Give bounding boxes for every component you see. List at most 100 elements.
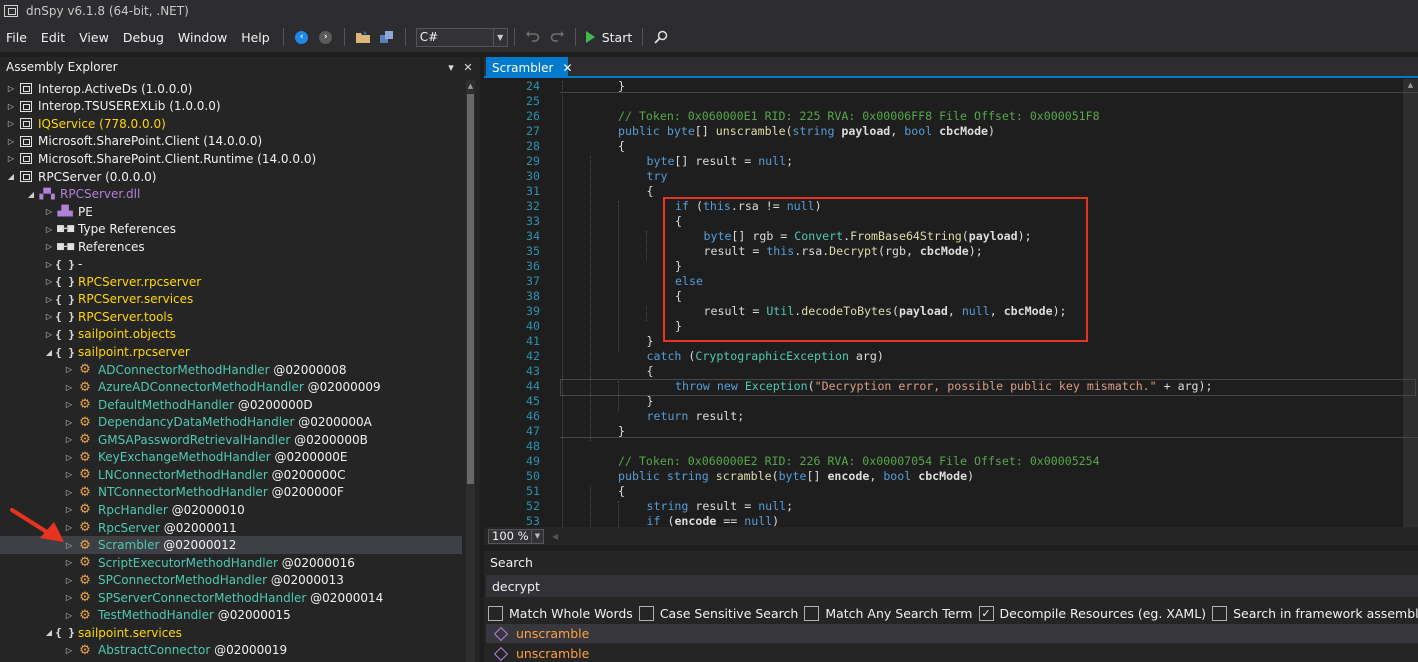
scroll-left-icon[interactable]: ◀ xyxy=(552,532,558,541)
checkbox[interactable]: ✓ xyxy=(978,605,994,621)
tree-item[interactable]: ▷ Interop.ActiveDs (1.0.0.0) xyxy=(0,80,462,98)
checkbox[interactable] xyxy=(1212,605,1228,621)
tree-item[interactable]: ◢{ } sailpoint.services xyxy=(0,624,462,642)
menu-window[interactable]: Window xyxy=(171,30,234,45)
tree-item[interactable]: ▷ ⚙ RpcHandler @02000010 xyxy=(0,501,462,519)
tab-scrambler[interactable]: Scrambler ✕ xyxy=(486,57,573,78)
checkbox[interactable] xyxy=(488,605,503,621)
collapse-icon[interactable]: ◢ xyxy=(44,348,54,357)
tree-item[interactable]: ▷ ⚙ DefaultMethodHandler @0200000D xyxy=(0,396,462,414)
expand-icon[interactable]: ▷ xyxy=(6,137,16,146)
code-scrollbar[interactable]: ▲ xyxy=(1403,79,1418,527)
menu-view[interactable]: View xyxy=(72,30,116,45)
close-icon[interactable]: ✕ xyxy=(460,59,476,75)
search-option[interactable]: Case Sensitive Search xyxy=(638,605,798,621)
navigate-back-button[interactable]: ‹ xyxy=(292,27,312,47)
menu-help[interactable]: Help xyxy=(234,30,277,45)
tree-item[interactable]: ◢ ▞▚ RPCServer.dll xyxy=(0,185,462,203)
tree-item[interactable]: ▷ ■-■ Type References xyxy=(0,220,462,238)
expand-icon[interactable]: ▷ xyxy=(44,295,54,304)
expand-icon[interactable]: ▷ xyxy=(64,470,74,479)
tree-item[interactable]: ▷ ⚙ TestMethodHandler @02000015 xyxy=(0,607,462,625)
checkbox[interactable] xyxy=(638,605,654,621)
search-button[interactable] xyxy=(651,27,671,47)
scroll-up-icon[interactable]: ▲ xyxy=(1403,81,1418,91)
expand-icon[interactable]: ▷ xyxy=(44,260,54,269)
menu-debug[interactable]: Debug xyxy=(116,30,171,45)
start-debug-button[interactable]: Start xyxy=(582,30,637,45)
undo-button[interactable] xyxy=(523,27,543,47)
tree-item[interactable]: ◢{ } sailpoint.rpcserver xyxy=(0,343,462,361)
menu-edit[interactable]: Edit xyxy=(34,30,72,45)
search-option[interactable]: ✓ Decompile Resources (eg. XAML) xyxy=(978,605,1206,621)
collapse-icon[interactable]: ◢ xyxy=(26,190,36,199)
tree-item[interactable]: ◢ RPCServer (0.0.0.0) xyxy=(0,168,462,186)
expand-icon[interactable]: ▷ xyxy=(6,154,16,163)
tree-item[interactable]: ▷ ⚙ LNConnectorMethodHandler @0200000C xyxy=(0,466,462,484)
search-option[interactable]: Match Any Search Term xyxy=(804,605,973,621)
tree-item[interactable]: ▷ ⚙ AzureADConnectorMethodHandler @0200000… xyxy=(0,378,462,396)
tree-item[interactable]: ▷{ } sailpoint.objects xyxy=(0,326,462,344)
expand-icon[interactable]: ▷ xyxy=(44,242,54,251)
tree-item[interactable]: ▷{ } RPCServer.tools xyxy=(0,308,462,326)
expand-icon[interactable]: ▷ xyxy=(64,365,74,374)
search-option[interactable]: Search in framework assemblies xyxy=(1212,605,1418,621)
redo-button[interactable] xyxy=(547,27,567,47)
expand-icon[interactable]: ▷ xyxy=(64,576,74,585)
collapse-icon[interactable]: ◢ xyxy=(6,172,16,181)
expand-icon[interactable]: ▷ xyxy=(44,330,54,339)
tree-item[interactable]: ▷ ⚙ DependancyDataMethodHandler @0200000A xyxy=(0,413,462,431)
expand-icon[interactable]: ▷ xyxy=(64,646,74,655)
expand-icon[interactable]: ▷ xyxy=(64,383,74,392)
expand-icon[interactable]: ▷ xyxy=(64,400,74,409)
tree-item[interactable]: ▷ IQService (778.0.0.0) xyxy=(0,115,462,133)
tree-item[interactable]: ▷ ⚙ GMSAPasswordRetrievalHandler @0200000B xyxy=(0,431,462,449)
tree-item[interactable]: ▷ Interop.TSUSEREXLib (1.0.0.0) xyxy=(0,98,462,116)
tree-item[interactable]: ▷ Microsoft.SharePoint.Client.Runtime (14… xyxy=(0,150,462,168)
checkbox[interactable] xyxy=(804,605,820,621)
tree-item[interactable]: ▷ ⚙ SPServerConnectorMethodHandler @020000… xyxy=(0,589,462,607)
tree-item[interactable]: ▷ ⚙ AbstractConnector @02000019 xyxy=(0,642,462,660)
search-result[interactable]: unscramble xyxy=(486,624,1418,643)
tree-item[interactable]: ▷{ } RPCServer.rpcserver xyxy=(0,273,462,291)
tree-item[interactable]: ▷ ⚙ RpcServer @02000011 xyxy=(0,519,462,537)
expand-icon[interactable]: ▷ xyxy=(64,558,74,567)
expand-icon[interactable]: ▷ xyxy=(44,277,54,286)
expand-icon[interactable]: ▷ xyxy=(64,418,74,427)
tree-item[interactable]: ▷ ⚙ SPConnectorMethodHandler @02000013 xyxy=(0,571,462,589)
open-button[interactable] xyxy=(353,27,373,47)
panel-menu-icon[interactable]: ▾ xyxy=(443,59,459,75)
tree-item[interactable]: ▷ Microsoft.SharePoint.Client (14.0.0.0) xyxy=(0,133,462,151)
navigate-forward-button[interactable]: › xyxy=(316,27,336,47)
tree-item[interactable]: ▷{ } - xyxy=(0,256,462,274)
tree-item[interactable]: ▷ ⚙ KeyExchangeMethodHandler @0200000E xyxy=(0,449,462,467)
tree-item[interactable]: ▷ ⚙ Scrambler @02000012 xyxy=(0,536,462,554)
expand-icon[interactable]: ▷ xyxy=(64,593,74,602)
tree-item[interactable]: ▷ ⚙ ADConnectorMethodHandler @02000008 xyxy=(0,361,462,379)
zoom-select[interactable]: 100 % ▼ xyxy=(488,528,544,544)
tree-item[interactable]: ▷ ⚙ NTConnectorMethodHandler @0200000F xyxy=(0,484,462,502)
expand-icon[interactable]: ▷ xyxy=(64,435,74,444)
open-list-button[interactable] xyxy=(377,27,397,47)
expand-icon[interactable]: ▷ xyxy=(64,453,74,462)
expand-icon[interactable]: ▷ xyxy=(44,312,54,321)
tree-item[interactable]: ▷ ▟▙ PE xyxy=(0,203,462,221)
expand-icon[interactable]: ▷ xyxy=(64,488,74,497)
tree-item[interactable]: ▷ ■-■ References xyxy=(0,238,462,256)
scrollbar-thumb[interactable] xyxy=(467,94,474,484)
search-option[interactable]: Match Whole Words xyxy=(488,605,633,621)
scroll-up-icon[interactable]: ▲ xyxy=(466,82,475,92)
search-input[interactable] xyxy=(486,575,1418,597)
menu-file[interactable]: File xyxy=(0,30,34,45)
expand-icon[interactable]: ▷ xyxy=(44,225,54,234)
tree-scrollbar[interactable]: ▲ xyxy=(466,80,475,662)
expand-icon[interactable]: ▷ xyxy=(6,84,16,93)
expand-icon[interactable]: ▷ xyxy=(64,611,74,620)
expand-icon[interactable]: ▷ xyxy=(6,102,16,111)
collapse-icon[interactable]: ◢ xyxy=(44,628,54,637)
tree-item[interactable]: ▷{ } RPCServer.services xyxy=(0,291,462,309)
search-result[interactable]: unscramble xyxy=(486,644,1418,662)
tree-item[interactable]: ▷ ⚙ ScriptExecutorMethodHandler @02000016 xyxy=(0,554,462,572)
close-tab-icon[interactable]: ✕ xyxy=(562,61,572,75)
expand-icon[interactable]: ▷ xyxy=(6,119,16,128)
